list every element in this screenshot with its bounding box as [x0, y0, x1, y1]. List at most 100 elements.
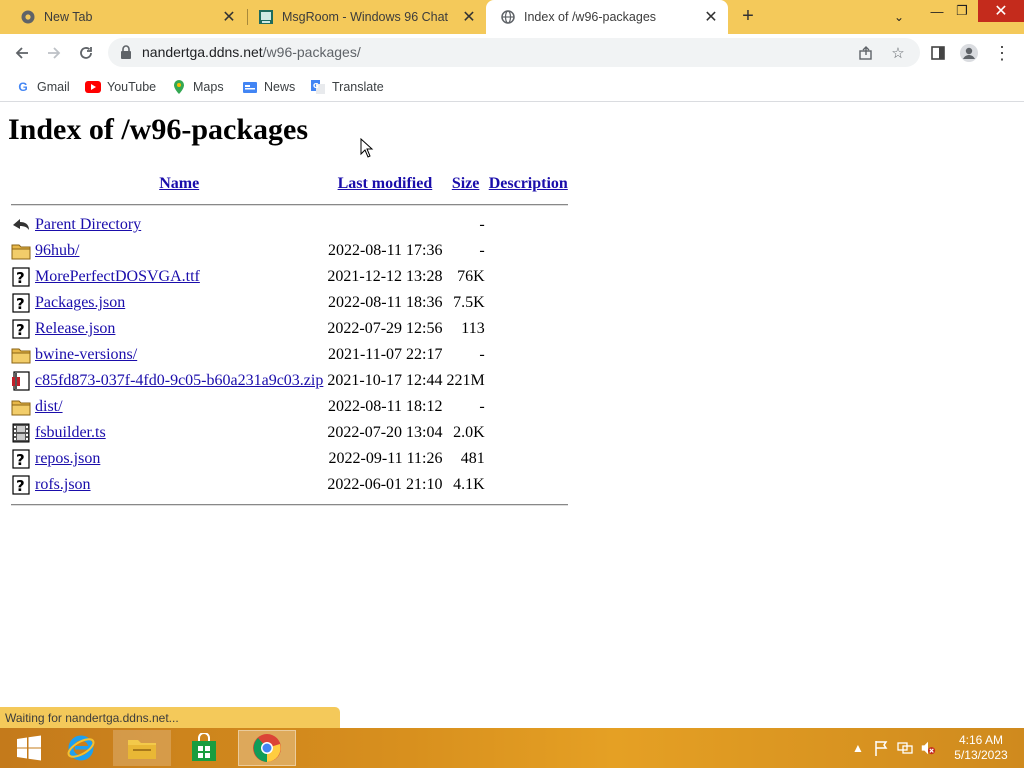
start-button[interactable]: [0, 730, 58, 766]
modified-cell: 2022-08-11 17:36: [327, 242, 443, 259]
file-link[interactable]: repos.json: [35, 450, 100, 467]
description-cell: [488, 239, 569, 263]
separator-row: [10, 499, 569, 511]
profile-avatar-icon[interactable]: [958, 42, 980, 64]
close-window-button[interactable]: ✕: [978, 0, 1024, 22]
restore-button[interactable]: ❐: [947, 0, 977, 22]
file-link[interactable]: 96hub/: [35, 242, 79, 259]
taskbar-internet-explorer[interactable]: [52, 730, 110, 766]
network-icon[interactable]: [897, 740, 913, 756]
compressed-file-icon: [10, 369, 32, 393]
unknown-file-icon: ?: [10, 291, 32, 315]
system-clock[interactable]: 4:16 AM 5/13/2023: [946, 733, 1016, 763]
unknown-file-icon: ?: [10, 317, 32, 341]
folder-icon: [10, 239, 32, 263]
tab-index-w96-packages[interactable]: Index of /w96-packages ✕: [486, 0, 728, 34]
side-panel-icon[interactable]: [927, 42, 949, 64]
back-button[interactable]: [10, 42, 34, 64]
file-link[interactable]: bwine-versions/: [35, 346, 137, 363]
file-link[interactable]: MorePerfectDOSVGA.ttf: [35, 268, 200, 285]
modified-cell: [326, 213, 443, 237]
menu-kebab-icon[interactable]: ⋮: [991, 42, 1013, 64]
size-cell: 76K: [457, 268, 485, 285]
name-cell: rofs.json: [34, 473, 324, 497]
tab-title: Index of /w96-packages: [524, 10, 657, 24]
bookmark-news[interactable]: News: [242, 77, 295, 97]
flag-icon[interactable]: [873, 740, 889, 756]
bookmark-translate[interactable]: G Translate: [310, 77, 384, 97]
divider: [11, 204, 568, 206]
file-link[interactable]: Parent Directory: [35, 216, 141, 233]
svg-text:?: ?: [16, 321, 25, 339]
name-cell: fsbuilder.ts: [34, 421, 324, 445]
name-cell: Release.json: [34, 317, 324, 341]
forward-button[interactable]: [42, 42, 66, 64]
bookmark-star-icon[interactable]: ☆: [888, 43, 908, 63]
bookmark-label: Translate: [332, 80, 384, 94]
column-header-size: Size: [445, 171, 485, 197]
size-cell: -: [479, 346, 485, 363]
tab-strip: New Tab ✕ MsgRoom - Windows 96 Chat ✕ In…: [0, 0, 1024, 34]
new-tab-button[interactable]: +: [737, 5, 759, 27]
svg-text:?: ?: [16, 451, 25, 469]
size-cell: 2.0K: [453, 424, 485, 441]
mouse-cursor-icon: [360, 138, 374, 158]
arrow-right-icon: [48, 47, 61, 59]
description-cell: [488, 473, 569, 497]
sort-by-description-link[interactable]: Description: [489, 175, 568, 192]
taskbar-file-explorer[interactable]: [113, 730, 171, 766]
size-cell: 4.1K: [453, 476, 485, 493]
msgroom-icon: [258, 9, 274, 25]
name-cell: bwine-versions/: [34, 343, 324, 367]
reload-button[interactable]: [74, 42, 98, 64]
close-tab-icon[interactable]: ✕: [702, 8, 720, 26]
url-text[interactable]: nandertga.ddns.net/w96-packages/: [142, 44, 361, 60]
google-icon: G: [18, 80, 28, 94]
clock-time: 4:16 AM: [958, 733, 1004, 747]
description-cell: [488, 447, 569, 471]
lock-icon[interactable]: [120, 45, 132, 59]
description-cell: [488, 421, 569, 445]
tab-search-icon[interactable]: ⌄: [884, 6, 914, 28]
file-link[interactable]: rofs.json: [35, 476, 91, 493]
taskbar-chrome[interactable]: [238, 730, 296, 766]
sort-by-modified-link[interactable]: Last modified: [338, 175, 433, 192]
file-link[interactable]: dist/: [35, 398, 63, 415]
column-header-description: Description: [488, 171, 569, 197]
column-header-modified: Last modified: [326, 171, 443, 197]
volume-muted-icon[interactable]: [920, 740, 936, 756]
tab-msgroom[interactable]: MsgRoom - Windows 96 Chat ✕: [238, 0, 486, 34]
directory-listing: Name Last modified Size Description Pare…: [8, 169, 571, 513]
reload-icon: [80, 47, 92, 59]
bookmark-maps[interactable]: Maps: [171, 77, 224, 97]
file-link[interactable]: c85fd873-037f-4fd0-9c05-b60a231a9c03.zip: [35, 372, 323, 389]
taskbar-store[interactable]: [175, 730, 233, 766]
bookmark-youtube[interactable]: YouTube: [85, 77, 156, 97]
bookmark-gmail[interactable]: G Gmail: [15, 77, 69, 97]
video-file-icon: [10, 421, 32, 445]
sort-by-name-link[interactable]: Name: [159, 175, 199, 192]
modified-cell: 2021-11-07 22:17: [327, 346, 443, 363]
file-link[interactable]: Release.json: [35, 320, 115, 337]
show-hidden-icons-icon[interactable]: ▲: [850, 740, 866, 756]
close-tab-icon[interactable]: ✕: [220, 8, 238, 26]
tab-new-tab[interactable]: New Tab ✕: [0, 0, 246, 34]
address-bar[interactable]: nandertga.ddns.net/w96-packages/ ☆: [108, 38, 920, 67]
folder-icon: [128, 740, 156, 759]
table-row: c85fd873-037f-4fd0-9c05-b60a231a9c03.zip…: [10, 369, 569, 393]
size-cell: 7.5K: [453, 294, 485, 311]
share-icon[interactable]: [856, 43, 876, 63]
divider: [11, 504, 568, 506]
browser-toolbar: nandertga.ddns.net/w96-packages/ ☆ ⋮: [0, 34, 1024, 72]
file-link[interactable]: Packages.json: [35, 294, 125, 311]
sort-by-size-link[interactable]: Size: [452, 175, 480, 192]
page-title: Index of /w96-packages: [8, 113, 309, 146]
close-tab-icon[interactable]: ✕: [460, 8, 478, 26]
news-icon: [242, 79, 258, 95]
icon-column-header: [10, 171, 32, 197]
name-cell: Parent Directory: [34, 213, 324, 237]
description-cell: [488, 395, 569, 419]
bookmark-label: YouTube: [107, 80, 157, 94]
name-cell: dist/: [34, 395, 324, 419]
file-link[interactable]: fsbuilder.ts: [35, 424, 106, 441]
